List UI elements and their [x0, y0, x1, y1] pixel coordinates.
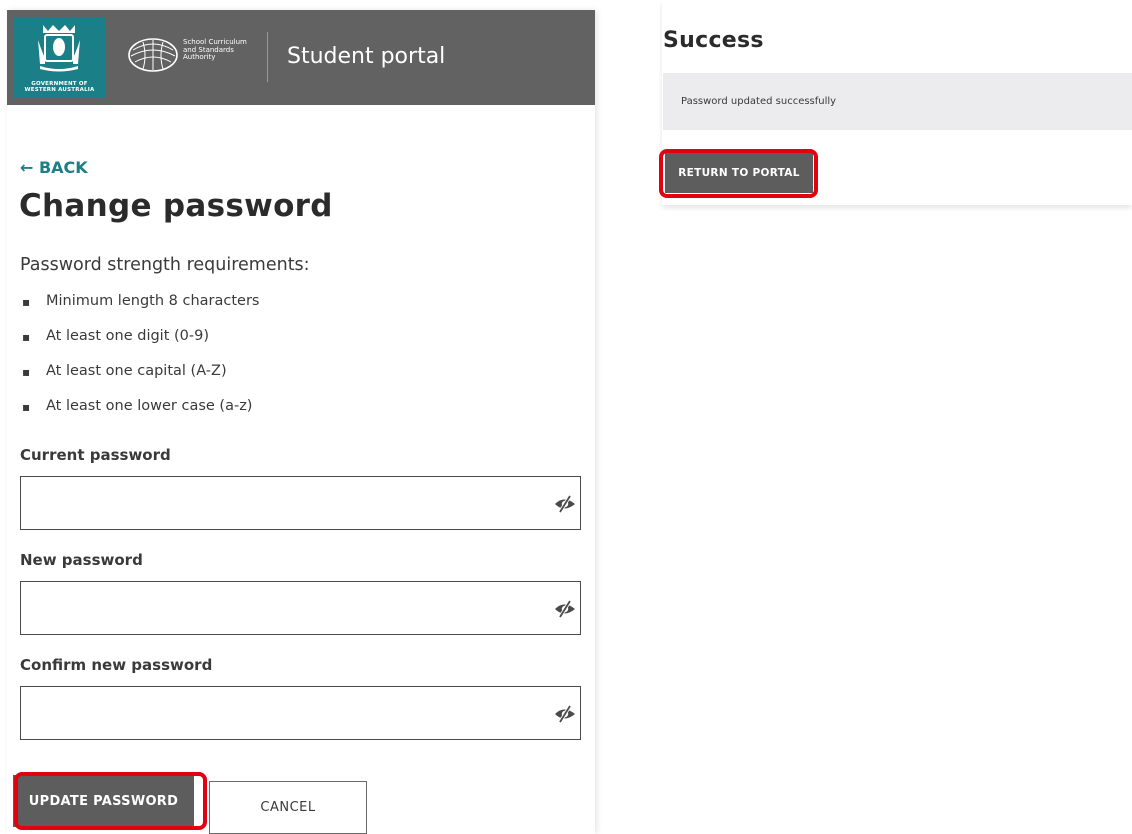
requirement-text: At least one lower case (a-z)	[46, 398, 253, 414]
portal-title: Student portal	[287, 44, 446, 69]
requirement-text: At least one capital (A-Z)	[46, 363, 227, 379]
confirm-password-input[interactable]	[21, 687, 580, 739]
return-to-portal-button[interactable]: RETURN TO PORTAL	[665, 153, 813, 193]
success-title: Success	[663, 28, 764, 53]
new-password-label: New password	[20, 551, 143, 569]
bullet-icon: ▪	[22, 295, 31, 309]
success-panel: Success Password updated successfully RE…	[659, 0, 1132, 205]
authority-name-line-3: Authority	[183, 53, 216, 61]
current-password-field	[20, 476, 581, 530]
confirm-password-label: Confirm new password	[20, 656, 213, 674]
scsa-logo-icon	[128, 38, 178, 72]
current-password-input[interactable]	[21, 477, 580, 529]
crest-icon	[38, 25, 80, 72]
success-message: Password updated successfully	[681, 96, 837, 107]
header-divider	[267, 32, 268, 82]
new-password-field	[20, 581, 581, 635]
page-title: Change password	[19, 188, 333, 224]
list-item: ▪ At least one digit (0-9)	[20, 328, 259, 363]
new-password-input[interactable]	[21, 582, 580, 634]
list-item: ▪ At least one lower case (a-z)	[20, 398, 259, 433]
requirement-text: At least one digit (0-9)	[46, 328, 209, 344]
eye-slash-icon[interactable]	[552, 599, 578, 619]
update-password-button[interactable]: UPDATE PASSWORD	[13, 775, 194, 827]
bullet-icon: ▪	[22, 330, 31, 344]
change-password-panel: GOVERNMENT OF WESTERN AUSTRALIA School C…	[7, 10, 595, 834]
list-item: ▪ Minimum length 8 characters	[20, 293, 259, 328]
authority-name: School Curriculum and Standards Authorit…	[183, 38, 247, 62]
requirements-heading: Password strength requirements:	[20, 255, 310, 275]
back-link[interactable]: ← BACK	[20, 158, 88, 177]
success-message-box: Password updated successfully	[663, 73, 1132, 130]
list-item: ▪ At least one capital (A-Z)	[20, 363, 259, 398]
bullet-icon: ▪	[22, 365, 31, 379]
eye-slash-icon[interactable]	[552, 704, 578, 724]
requirement-text: Minimum length 8 characters	[46, 293, 260, 309]
bullet-icon: ▪	[22, 400, 31, 414]
eye-slash-icon[interactable]	[552, 494, 578, 514]
gov-logo-text-line-2: WESTERN AUSTRALIA	[24, 87, 95, 93]
cancel-button[interactable]: CANCEL	[209, 781, 367, 834]
confirm-password-field	[20, 686, 581, 740]
portal-header: GOVERNMENT OF WESTERN AUSTRALIA School C…	[7, 10, 595, 105]
current-password-label: Current password	[20, 446, 171, 464]
requirements-list: ▪ Minimum length 8 characters ▪ At least…	[20, 293, 259, 433]
government-logo[interactable]: GOVERNMENT OF WESTERN AUSTRALIA	[14, 17, 105, 98]
